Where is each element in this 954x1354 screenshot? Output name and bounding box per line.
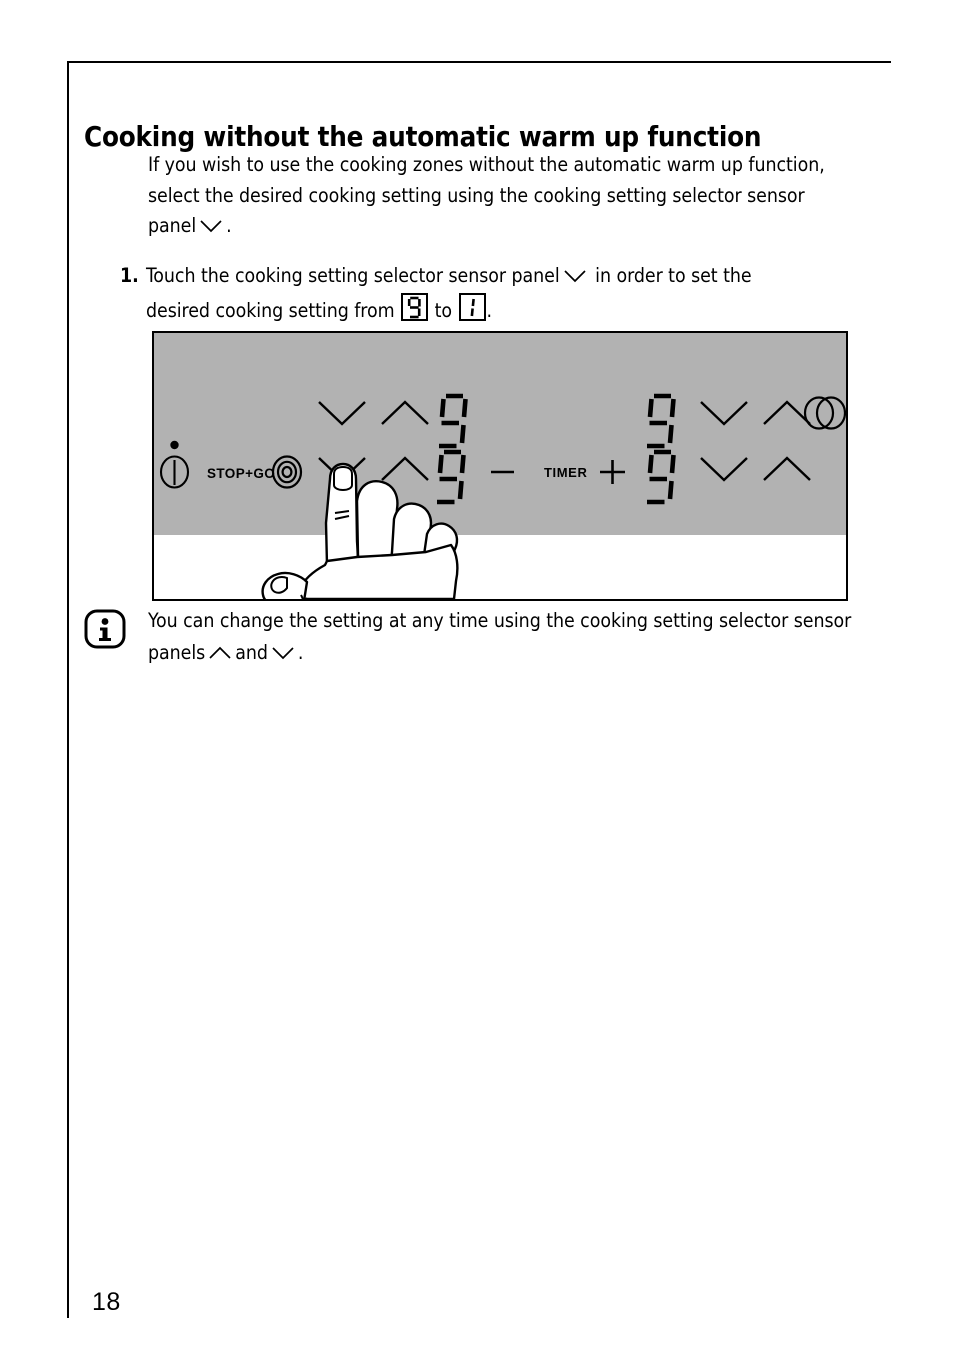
stop-go-label[interactable]: STOP+GO [207,466,275,481]
dual-circle-zone-icon[interactable] [803,396,846,430]
control-panel-graphics: STOP+GO TIMER [159,393,846,599]
step-1-line-2: desired cooking setting from to . [146,293,860,328]
intro-paragraph: If you wish to use the cooking zones wit… [148,150,858,242]
info-note-text: You can change the setting at any time u… [148,605,864,668]
right-zone-bottom-display [647,449,676,505]
chevron-up-icon [208,646,232,660]
concentric-rings-icon[interactable] [271,455,303,489]
left-zone-bottom-display [437,449,466,505]
info-line-2-after: . [297,640,304,664]
step-1-marker: 1. [120,264,139,287]
page-top-rule [67,61,891,63]
right-zone-top-chevron-up-icon[interactable] [763,400,811,425]
step-1-line-1-before: Touch the cooking setting selector senso… [146,264,560,287]
page-left-rule [67,61,69,1318]
chevron-down-icon [271,646,295,660]
page-number: 18 [92,1288,121,1316]
chevron-down-icon [199,219,223,233]
left-zone-top-display [439,393,468,449]
segment-digit-from [401,293,429,321]
pointing-hand-illustration [261,462,459,599]
step-1-line-2-middle: to [434,299,452,322]
timer-label: TIMER [544,465,587,480]
control-panel-figure: STOP+GO TIMER [152,331,848,601]
segment-digit-to [458,293,486,321]
power-icon[interactable] [159,455,190,489]
right-zone-bottom-chevron-up-icon[interactable] [763,456,811,481]
info-icon [84,609,126,649]
intro-line-1: If you wish to use the cooking zones wit… [148,153,743,176]
step-1-line-2-after: . [486,299,493,322]
left-zone-top-chevron-up-icon[interactable] [381,400,429,425]
step-1-line-2-before: desired cooking setting from [146,299,395,322]
right-zone-top-display [647,393,676,449]
right-zone-bottom-chevron-down-icon[interactable] [700,457,748,482]
intro-line-3-after: . [226,214,232,237]
info-line-2-middle: and [235,640,268,664]
left-zone-bottom-chevron-up-icon[interactable] [381,456,429,481]
chevron-down-icon [563,269,587,283]
left-zone-top-chevron-down-icon[interactable] [318,401,366,426]
right-zone-top-chevron-down-icon[interactable] [700,401,748,426]
indicator-dot-icon [170,440,179,450]
timer-plus-button[interactable] [600,460,625,484]
step-1-line-1-after: in order to set the [595,264,752,287]
step-1: 1. Touch the cooking setting selector sen… [120,259,860,328]
info-line-1: You can change the setting at any time u… [148,609,789,632]
